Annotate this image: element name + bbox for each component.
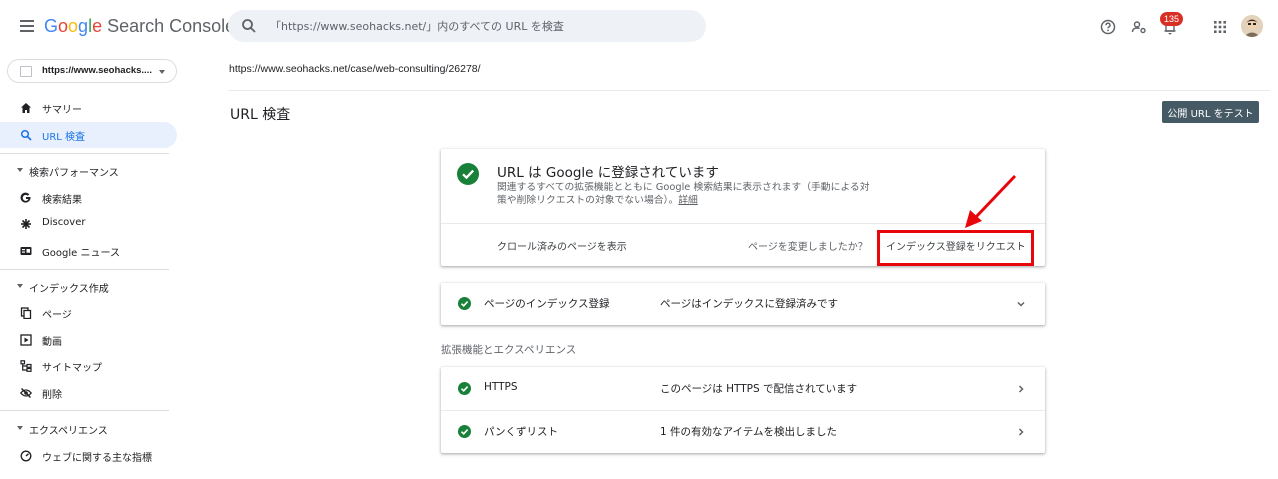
url-inspect-input[interactable] [270, 16, 690, 36]
help-icon[interactable] [1099, 18, 1117, 36]
account-avatar[interactable] [1241, 15, 1263, 37]
asterisk-icon [21, 219, 31, 229]
divider [228, 90, 1270, 91]
news-icon [20, 247, 32, 255]
sidebar-item-pages[interactable]: ページ [0, 300, 177, 326]
property-label: https://www.seohacks.... [42, 65, 152, 76]
check-circle-icon [458, 297, 471, 310]
gauge-icon [20, 450, 32, 462]
sidebar-section-search-performance[interactable]: 検索パフォーマンス [0, 160, 177, 182]
chevron-down-icon[interactable] [1016, 299, 1026, 309]
enhancements-card: HTTPS このページは HTTPS で配信されています パンくずリスト 1 件… [441, 367, 1045, 453]
sidebar-divider [0, 410, 169, 411]
enhancement-row-breadcrumbs[interactable]: パンくずリスト 1 件の有効なアイテムを検出しました [441, 411, 1045, 453]
check-circle-icon [457, 163, 479, 185]
chevron-down-icon [159, 70, 165, 74]
inspected-url: https://www.seohacks.net/case/web-consul… [229, 63, 481, 75]
chevron-right-icon[interactable] [1016, 427, 1026, 437]
sidebar-item-discover[interactable]: Discover [0, 211, 177, 237]
eye-off-icon [20, 388, 32, 398]
test-live-url-button[interactable]: 公開 URL をテスト [1162, 101, 1259, 123]
video-icon [20, 334, 32, 346]
sidebar-divider [0, 269, 169, 270]
status-description: 関連するすべての拡張機能とともに Google 検索結果に表示されます（手動によ… [497, 182, 870, 206]
sidebar-divider [0, 153, 169, 154]
sidebar-item-video[interactable]: 動画 [0, 327, 177, 353]
check-circle-icon [458, 382, 471, 395]
google-apps-grid-icon[interactable] [1212, 19, 1228, 35]
sidebar-item-removals[interactable]: 削除 [0, 380, 177, 406]
hamburger-menu-icon[interactable] [20, 20, 34, 32]
sidebar-section-indexing[interactable]: インデックス作成 [0, 276, 177, 298]
sidebar-item-sitemap[interactable]: サイトマップ [0, 353, 177, 379]
row-name: HTTPS [484, 381, 518, 393]
top-bar: GoogleSearch Console 135 [0, 0, 1278, 54]
row-value: このページは HTTPS で配信されています [660, 383, 858, 395]
home-icon [21, 103, 31, 113]
pages-icon [20, 307, 32, 319]
sitemap-icon [20, 360, 32, 372]
notification-count-badge: 135 [1160, 12, 1184, 26]
row-name: ページのインデックス登録 [484, 298, 610, 310]
row-value: ページはインデックスに登録済みです [660, 298, 838, 310]
collapse-triangle-icon [17, 168, 23, 172]
details-link[interactable]: 詳細 [678, 195, 698, 206]
enhancement-row-https[interactable]: HTTPS このページは HTTPS で配信されています [441, 367, 1045, 410]
row-value: 1 件の有効なアイテムを検出しました [660, 426, 837, 438]
view-crawled-page-link[interactable]: クロール済みのページを表示 [497, 238, 627, 253]
sidebar-item-core-web-vitals[interactable]: ウェブに関する主な指標 [0, 443, 177, 469]
highlight-box [877, 230, 1034, 266]
sidebar-item-url-inspection[interactable]: URL 検査 [0, 122, 177, 148]
sidebar-section-experience[interactable]: エクスペリエンス [0, 418, 177, 440]
page-title: URL 検査 [230, 107, 291, 123]
status-title: URL は Google に登録されています [497, 165, 719, 181]
collapse-triangle-icon [17, 284, 23, 288]
row-name: パンくずリスト [484, 426, 559, 438]
url-inspect-search-bar[interactable] [228, 10, 706, 42]
red-arrow-icon [965, 174, 1017, 228]
product-name: Search Console [107, 16, 236, 36]
page-indexing-row[interactable]: ページのインデックス登録 ページはインデックスに登録済みです [441, 283, 1045, 325]
avatar-face-icon [1241, 15, 1263, 37]
sidebar-item-google-news[interactable]: Google ニュース [0, 238, 177, 264]
google-g-icon [20, 192, 31, 203]
sidebar-item-summary[interactable]: サマリー [0, 95, 177, 121]
check-circle-icon [458, 425, 471, 438]
search-icon [242, 19, 256, 33]
sidebar-item-search-results[interactable]: 検索結果 [0, 185, 177, 211]
chevron-right-icon[interactable] [1016, 384, 1026, 394]
search-console-logo[interactable]: Google Search Console [44, 16, 235, 37]
enhancements-heading: 拡張機能とエクスペリエンス [441, 344, 577, 356]
search-icon [20, 129, 32, 141]
collapse-triangle-icon [17, 426, 23, 430]
page-changed-question: ページを変更しましたか？ [748, 242, 868, 253]
property-chart-icon [20, 66, 32, 77]
property-selector[interactable]: https://www.seohacks.... [7, 59, 177, 83]
users-settings-icon[interactable] [1130, 18, 1148, 36]
